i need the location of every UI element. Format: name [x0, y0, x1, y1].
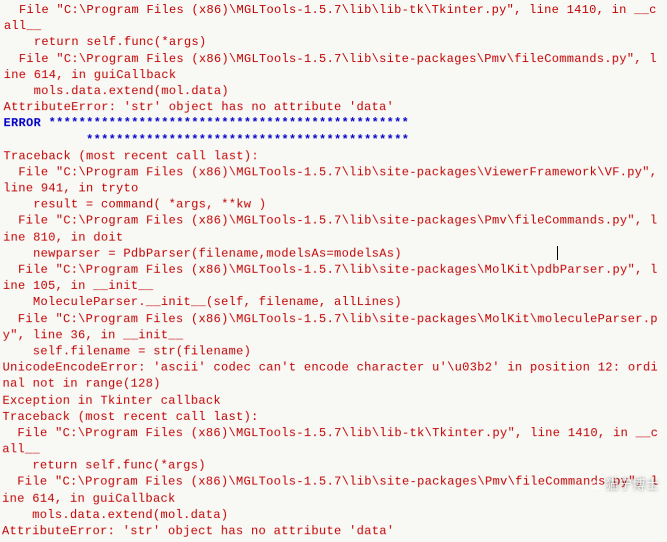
console-line: File "C:\Program Files (x86)\MGLTools-1.…	[3, 311, 665, 344]
console-line: AttributeError: 'str' object has no attr…	[2, 523, 665, 539]
console-line: ERROR **********************************…	[3, 115, 663, 131]
console-line: File "C:\Program Files (x86)\MGLTools-1.…	[4, 2, 663, 34]
text-cursor	[557, 246, 558, 260]
console-line: File "C:\Program Files (x86)\MGLTools-1.…	[3, 262, 664, 295]
console-line: ****************************************…	[3, 132, 663, 148]
console-line: File "C:\Program Files (x86)\MGLTools-1.…	[4, 51, 664, 83]
console-line: File "C:\Program Files (x86)\MGLTools-1.…	[3, 164, 664, 197]
console-output: File "C:\Program Files (x86)\MGLTools-1.…	[0, 0, 667, 541]
console-line: return self.func(*args)	[4, 34, 663, 50]
console-line: result = command( *args, **kw )	[3, 197, 664, 213]
console-line: Traceback (most recent call last):	[3, 148, 663, 164]
console-line: Traceback (most recent call last):	[2, 409, 664, 425]
console-line: File "C:\Program Files (x86)\MGLTools-1.…	[2, 425, 665, 458]
console-line: File "C:\Program Files (x86)\MGLTools-1.…	[3, 213, 664, 246]
console-line: newparser = PdbParser(filename,modelsAs=…	[3, 245, 664, 261]
console-line: UnicodeEncodeError: 'ascii' codec can't …	[2, 360, 664, 393]
console-line: return self.func(*args)	[2, 458, 665, 474]
console-line: self.filename = str(filename)	[3, 343, 665, 359]
paw-icon	[588, 478, 602, 492]
console-line: mols.data.extend(mol.data)	[2, 507, 665, 523]
console-line: mols.data.extend(mol.data)	[4, 83, 664, 99]
console-line: Exception in Tkinter callback	[2, 392, 664, 408]
watermark: 猫宁博士	[588, 476, 659, 494]
console-line: AttributeError: 'str' object has no attr…	[4, 99, 664, 115]
watermark-text: 猫宁博士	[606, 476, 659, 494]
console-line: File "C:\Program Files (x86)\MGLTools-1.…	[2, 474, 665, 507]
console-line: MoleculeParser.__init__(self, filename, …	[3, 294, 664, 310]
